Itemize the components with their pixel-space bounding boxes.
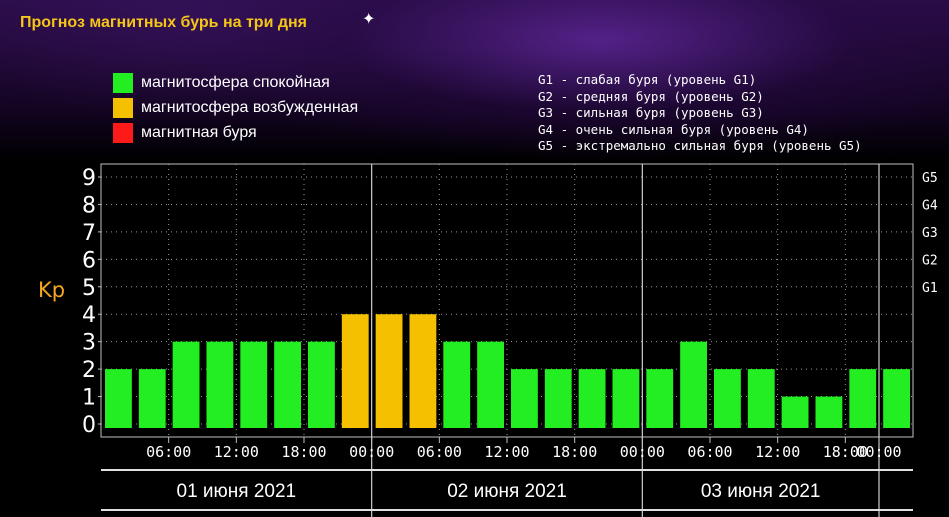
kp-bar: [443, 341, 471, 428]
x-tick-label: 12:00: [214, 443, 259, 461]
kp-bar: [138, 369, 166, 428]
y-tick-label: 4: [82, 303, 96, 328]
x-tick-label: 12:00: [484, 443, 529, 461]
y-tick-label: 1: [82, 386, 96, 411]
y-tick-label: 0: [82, 413, 96, 438]
kp-bar-chart: 01 23 45 67 89 Kp G1 G2 G3 G4 G5 06:00 12:00 18:00 00:…: [38, 163, 938, 517]
g-level-tick-label: G5: [922, 171, 938, 186]
kp-bar: [206, 341, 234, 428]
x-tick-label: 06:00: [146, 443, 191, 461]
kp-bar: [680, 341, 707, 428]
y-tick-label: 9: [82, 166, 96, 191]
y-tick-label: 6: [82, 248, 96, 273]
kp-bar: [883, 369, 910, 428]
y-axis-label: Kp: [38, 278, 65, 302]
x-tick-label: 06:00: [417, 443, 462, 461]
kp-bar: [172, 341, 200, 428]
kp-bar: [714, 369, 741, 428]
y-tick-label: 3: [82, 331, 96, 356]
kp-bar: [815, 396, 843, 428]
y-tick-label: 7: [82, 221, 96, 246]
day-label: 02 июня 2021: [447, 481, 567, 502]
day-label: 03 июня 2021: [701, 481, 821, 502]
kp-bar: [274, 341, 301, 428]
g-level-tick-label: G3: [922, 226, 938, 241]
y-tick-label: 8: [82, 193, 96, 218]
kp-bar: [511, 369, 538, 428]
kp-bar: [747, 369, 775, 428]
day-label: 01 июня 2021: [177, 481, 297, 502]
kp-bar: [477, 341, 504, 428]
kp-bar: [308, 341, 335, 428]
kp-bar: [578, 369, 606, 428]
x-tick-label: 18:00: [281, 443, 326, 461]
x-tick-label: 00:00: [856, 443, 901, 461]
kp-bar: [612, 369, 640, 428]
g-level-tick-label: G2: [922, 253, 938, 268]
kp-bar: [849, 369, 877, 428]
kp-bar: [375, 314, 403, 428]
g-level-tick-label: G4: [922, 198, 938, 213]
kp-bar: [341, 314, 369, 428]
x-tick-label: 18:00: [552, 443, 597, 461]
y-tick-label: 2: [82, 358, 96, 383]
x-tick-label: 06:00: [687, 443, 732, 461]
kp-bar: [646, 369, 674, 428]
kp-bar: [240, 341, 268, 428]
kp-bar: [781, 396, 809, 428]
x-tick-label: 00:00: [620, 443, 665, 461]
g-level-tick-label: G1: [922, 281, 938, 296]
kp-bar: [544, 369, 572, 428]
kp-bar: [105, 369, 132, 428]
x-tick-label: 00:00: [349, 443, 394, 461]
y-tick-label: 5: [82, 276, 96, 301]
kp-bar: [409, 314, 437, 428]
x-tick-label: 12:00: [755, 443, 800, 461]
